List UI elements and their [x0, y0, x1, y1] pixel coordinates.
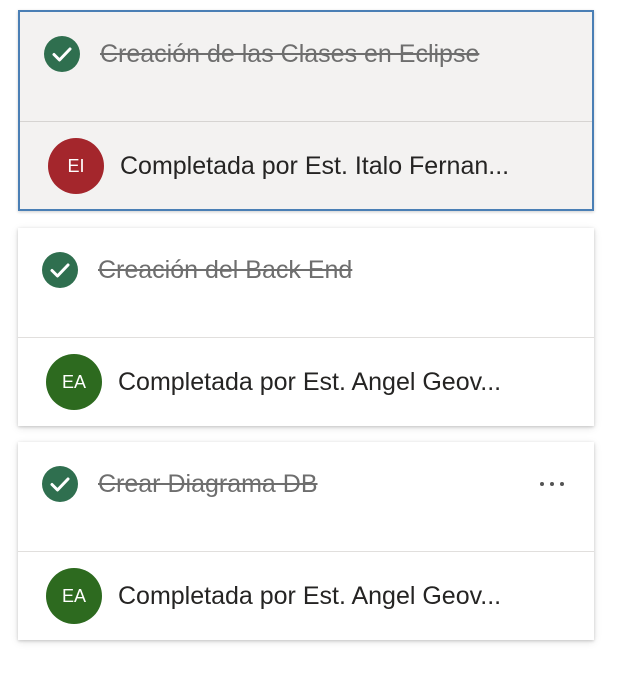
more-options-icon[interactable]: [532, 470, 572, 498]
task-card-header: Creación del Back End: [18, 228, 594, 338]
task-title[interactable]: Crear Diagrama DB: [98, 468, 318, 500]
avatar: EA: [46, 354, 102, 410]
task-title[interactable]: Creación del Back End: [98, 254, 352, 286]
task-card-header: Crear Diagrama DB: [18, 442, 594, 552]
task-card-footer: EI Completada por Est. Italo Fernan...: [20, 122, 592, 210]
dot: [540, 482, 544, 486]
completed-by-label: Completada por Est. Angel Geov...: [118, 368, 502, 396]
dot: [560, 482, 564, 486]
task-card-header: Creación de las Clases en Eclipse: [20, 12, 592, 122]
task-card[interactable]: Creación de las Clases en Eclipse EI Com…: [18, 10, 594, 211]
task-card[interactable]: Creación del Back End EA Completada por …: [18, 228, 594, 426]
avatar: EI: [48, 138, 104, 194]
task-title[interactable]: Creación de las Clases en Eclipse: [100, 38, 479, 70]
completed-by-label: Completada por Est. Angel Geov...: [118, 582, 502, 610]
check-circle-icon[interactable]: [42, 252, 78, 288]
avatar: EA: [46, 568, 102, 624]
check-circle-icon[interactable]: [44, 36, 80, 72]
task-card[interactable]: Crear Diagrama DB EA Completada por Est.…: [18, 442, 594, 640]
task-card-footer: EA Completada por Est. Angel Geov...: [18, 338, 594, 426]
completed-by-label: Completada por Est. Italo Fernan...: [120, 152, 510, 180]
dot: [550, 482, 554, 486]
check-circle-icon[interactable]: [42, 466, 78, 502]
task-card-footer: EA Completada por Est. Angel Geov...: [18, 552, 594, 640]
